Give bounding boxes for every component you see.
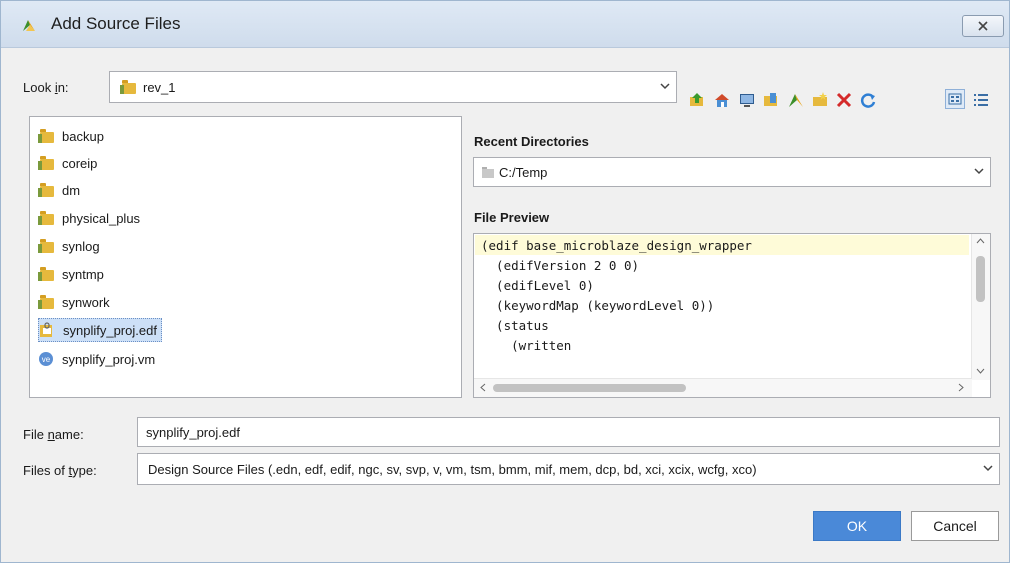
horizontal-scrollbar[interactable]: [474, 378, 972, 397]
list-item[interactable]: synlog: [38, 235, 100, 257]
code-line: (written: [481, 338, 572, 353]
scroll-up-icon[interactable]: [976, 238, 985, 244]
folder-icon: [38, 210, 56, 226]
folder-icon: [38, 128, 56, 144]
refresh-icon[interactable]: [859, 91, 877, 109]
files-of-type-value: Design Source Files (.edn, edf, edif, ng…: [148, 462, 757, 477]
file-preview[interactable]: (edif base_microblaze_design_wrapper (ed…: [473, 233, 991, 398]
scroll-down-icon[interactable]: [976, 368, 985, 374]
code-line: (status: [481, 318, 549, 333]
code-line: (edif base_microblaze_design_wrapper: [481, 238, 752, 253]
list-item[interactable]: synwork: [38, 291, 110, 313]
code-line: (edifVersion 2 0 0): [481, 258, 640, 273]
list-view-button[interactable]: [945, 89, 965, 109]
add-source-files-dialog: Add Source Files Look in: rev_1 backup c…: [0, 0, 1010, 563]
files-of-type-label: Files of type:: [23, 463, 97, 478]
file-name-label: File name:: [23, 427, 84, 442]
dialog-title: Add Source Files: [51, 14, 181, 33]
title-bar: Add Source Files: [1, 1, 1009, 48]
file-name-value: synplify_proj.edf: [146, 425, 240, 440]
delete-icon[interactable]: [835, 91, 853, 109]
ok-button[interactable]: OK: [813, 511, 901, 541]
home-icon[interactable]: [713, 91, 731, 109]
chevron-down-icon: [983, 465, 993, 472]
recent-directory-value: C:/Temp: [499, 165, 548, 180]
list-item[interactable]: dm: [38, 179, 80, 201]
folder-icon: [38, 294, 56, 310]
up-folder-icon[interactable]: [688, 91, 706, 109]
folder-icon: [38, 182, 56, 198]
list-view-icon: [948, 93, 962, 105]
scroll-left-icon[interactable]: [480, 383, 486, 392]
chevron-down-icon: [660, 83, 670, 90]
scroll-right-icon[interactable]: [958, 383, 964, 392]
folder-icon: [38, 238, 56, 254]
files-of-type-combo[interactable]: Design Source Files (.edn, edf, edif, ng…: [137, 453, 1000, 485]
look-in-value: rev_1: [143, 80, 176, 95]
list-item[interactable]: backup: [38, 125, 104, 147]
folder-icon: [482, 167, 494, 178]
close-button[interactable]: [962, 15, 1004, 37]
list-item[interactable]: ve synplify_proj.vm: [38, 348, 155, 370]
close-icon: [978, 21, 988, 31]
cancel-button[interactable]: Cancel: [911, 511, 999, 541]
edif-file-icon: [39, 322, 57, 338]
svg-text:ve: ve: [42, 355, 51, 364]
bookmarks-icon[interactable]: [762, 91, 780, 109]
horizontal-scroll-thumb[interactable]: [493, 384, 686, 392]
verilog-file-icon: ve: [38, 351, 56, 367]
vertical-scrollbar[interactable]: [971, 234, 990, 380]
file-preview-title: File Preview: [474, 210, 550, 225]
vivado-icon: [23, 20, 35, 31]
new-folder-icon[interactable]: [811, 91, 829, 109]
list-item[interactable]: syntmp: [38, 263, 104, 285]
folder-icon: [38, 155, 56, 171]
look-in-combo[interactable]: rev_1: [109, 71, 677, 103]
recent-directories-title: Recent Directories: [474, 134, 589, 149]
details-view-icon[interactable]: [972, 91, 990, 109]
list-item-selected[interactable]: synplify_proj.edf: [38, 318, 162, 342]
project-icon[interactable]: [787, 91, 805, 109]
list-item[interactable]: coreip: [38, 152, 97, 174]
file-list[interactable]: backup coreip dm physical_plus synlog sy…: [29, 116, 462, 398]
vertical-scroll-thumb[interactable]: [976, 256, 985, 302]
chevron-down-icon: [974, 168, 984, 175]
desktop-icon[interactable]: [738, 91, 756, 109]
look-in-label: Look in:: [23, 80, 69, 95]
code-line: (keywordMap (keywordLevel 0)): [481, 298, 715, 313]
recent-directories-combo[interactable]: C:/Temp: [473, 157, 991, 187]
code-line: (edifLevel 0): [481, 278, 594, 293]
file-name-input[interactable]: synplify_proj.edf: [137, 417, 1000, 447]
folder-icon: [120, 79, 138, 95]
list-item[interactable]: physical_plus: [38, 207, 140, 229]
folder-icon: [38, 266, 56, 282]
